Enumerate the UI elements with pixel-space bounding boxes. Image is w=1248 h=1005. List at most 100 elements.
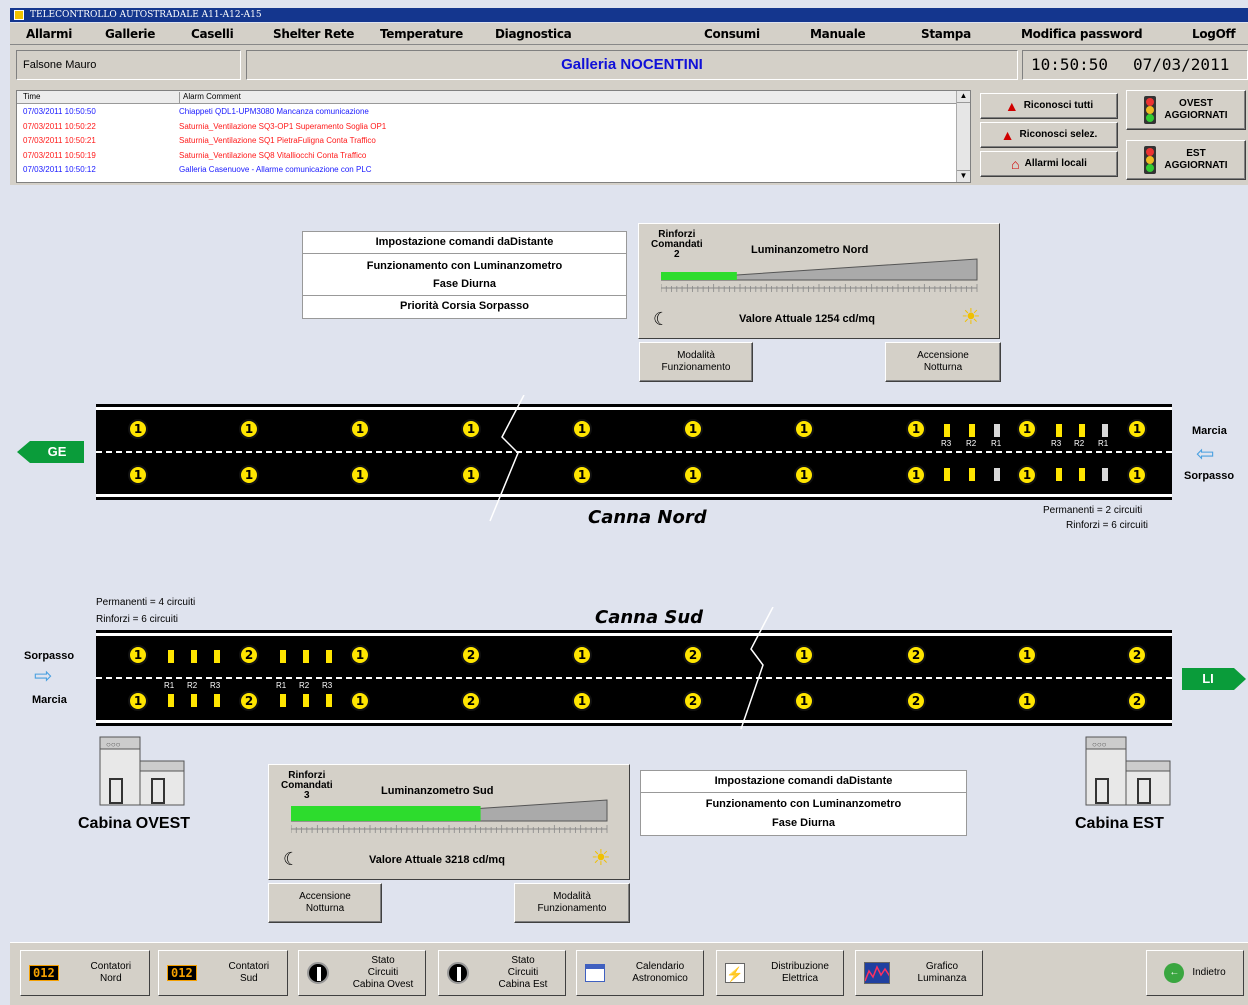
light-circuit[interactable]: 1 (350, 465, 370, 485)
reinforcement-light[interactable] (303, 694, 309, 707)
footer-button-circuit[interactable]: Stato Circuiti Cabina Ovest (298, 950, 426, 996)
light-circuit[interactable]: 1 (350, 691, 370, 711)
footer-button-counter[interactable]: 012 Contatori Sud (158, 950, 288, 996)
light-circuit[interactable]: 1 (683, 465, 703, 485)
back-button[interactable]: ← Indietro (1146, 950, 1244, 996)
col-comment[interactable]: Alarm Comment (179, 92, 241, 104)
footer-button-circuit[interactable]: Stato Circuiti Cabina Est (438, 950, 566, 996)
reinforcement-light[interactable] (1056, 424, 1062, 437)
reinforcement-light[interactable] (303, 650, 309, 663)
reinforcement-light[interactable] (280, 650, 286, 663)
menu-gallerie[interactable]: Gallerie (105, 27, 155, 41)
reinforcement-light[interactable] (944, 424, 950, 437)
alarm-scrollbar[interactable]: ▲ ▼ (956, 91, 970, 182)
light-circuit[interactable]: 1 (1017, 419, 1037, 439)
light-circuit[interactable]: 1 (572, 691, 592, 711)
reinforcement-light[interactable] (1079, 468, 1085, 481)
reinforcement-light[interactable] (1056, 468, 1062, 481)
light-circuit[interactable]: 1 (1017, 645, 1037, 665)
light-circuit[interactable]: 1 (1017, 691, 1037, 711)
light-circuit[interactable]: 1 (683, 419, 703, 439)
alarm-row[interactable]: 07/03/2011 10:50:12 Galleria Casenuove - … (17, 163, 947, 177)
light-circuit[interactable]: 1 (794, 645, 814, 665)
light-circuit[interactable]: 1 (1017, 465, 1037, 485)
light-circuit[interactable]: 2 (1127, 691, 1147, 711)
reinforcement-light[interactable] (280, 694, 286, 707)
light-circuit[interactable]: 1 (1127, 419, 1147, 439)
alarm-list[interactable]: Time Alarm Comment 07/03/2011 10:50:50 Ch… (16, 90, 971, 183)
reinforcement-light[interactable] (994, 468, 1000, 481)
reinforcement-light[interactable] (969, 468, 975, 481)
light-circuit[interactable]: 2 (461, 645, 481, 665)
light-circuit[interactable]: 2 (239, 645, 259, 665)
light-circuit[interactable]: 2 (1127, 645, 1147, 665)
footer-button-counter[interactable]: 012 Contatori Nord (20, 950, 150, 996)
alarm-row[interactable]: 07/03/2011 10:50:22 Saturnia_Ventilazione… (17, 120, 947, 134)
menu-manuale[interactable]: Manuale (810, 27, 866, 41)
reinforcement-light[interactable] (1079, 424, 1085, 437)
light-circuit[interactable]: 1 (1127, 465, 1147, 485)
reinforcement-light[interactable] (326, 650, 332, 663)
light-circuit[interactable]: 1 (572, 419, 592, 439)
reinforcement-light[interactable] (168, 650, 174, 663)
light-circuit[interactable]: 1 (128, 465, 148, 485)
menu-consumi[interactable]: Consumi (704, 27, 760, 41)
ack-selected-button[interactable]: ▲ Riconosci selez. (980, 122, 1118, 148)
reinforcement-light[interactable] (969, 424, 975, 437)
menu-shelter-rete[interactable]: Shelter Rete (273, 27, 354, 41)
light-circuit[interactable]: 2 (683, 645, 703, 665)
light-circuit[interactable]: 2 (906, 691, 926, 711)
menu-allarmi[interactable]: Allarmi (26, 27, 72, 41)
light-circuit[interactable]: 2 (683, 691, 703, 711)
menu-logoff[interactable]: LogOff (1192, 27, 1236, 41)
menu-diagnostica[interactable]: Diagnostica (495, 27, 572, 41)
reinforcement-light[interactable] (168, 694, 174, 707)
menu-temperature[interactable]: Temperature (380, 27, 463, 41)
light-circuit[interactable]: 1 (350, 419, 370, 439)
reinforcement-light[interactable] (214, 694, 220, 707)
sud-night-button[interactable]: Accensione Notturna (268, 883, 382, 923)
reinforcement-light[interactable] (994, 424, 1000, 437)
light-circuit[interactable]: 1 (239, 419, 259, 439)
light-circuit[interactable]: 1 (906, 465, 926, 485)
reinforcement-light[interactable] (944, 468, 950, 481)
menu-modifica-password[interactable]: Modifica password (1021, 27, 1143, 41)
ack-all-button[interactable]: ▲ Riconosci tutti (980, 93, 1118, 119)
local-alarms-button[interactable]: ⌂ Allarmi locali (980, 151, 1118, 177)
light-circuit[interactable]: 1 (906, 419, 926, 439)
footer-button-graph[interactable]: Grafico Luminanza (855, 950, 983, 996)
nord-night-button[interactable]: Accensione Notturna (885, 342, 1001, 382)
alarm-row[interactable]: 07/03/2011 10:50:19 Saturnia_Ventilazione… (17, 149, 947, 163)
alarm-row[interactable]: 07/03/2011 10:50:21 Saturnia_Ventilazione… (17, 134, 947, 148)
light-circuit[interactable]: 1 (128, 691, 148, 711)
reinforcement-light[interactable] (191, 650, 197, 663)
col-time[interactable]: Time (23, 92, 40, 101)
light-circuit[interactable]: 2 (906, 645, 926, 665)
sud-mode-button[interactable]: Modalità Funzionamento (514, 883, 630, 923)
light-circuit[interactable]: 1 (239, 465, 259, 485)
menu-caselli[interactable]: Caselli (191, 27, 234, 41)
light-circuit[interactable]: 1 (794, 419, 814, 439)
light-circuit[interactable]: 1 (572, 645, 592, 665)
light-circuit[interactable]: 1 (572, 465, 592, 485)
reinforcement-light[interactable] (191, 694, 197, 707)
nord-mode-button[interactable]: Modalità Funzionamento (639, 342, 753, 382)
light-circuit[interactable]: 2 (239, 691, 259, 711)
light-circuit[interactable]: 1 (128, 419, 148, 439)
reinforcement-light[interactable] (326, 694, 332, 707)
reinforcement-light[interactable] (1102, 468, 1108, 481)
light-circuit[interactable]: 1 (128, 645, 148, 665)
light-circuit[interactable]: 2 (461, 691, 481, 711)
menu-stampa[interactable]: Stampa (921, 27, 971, 41)
reinforcement-light[interactable] (214, 650, 220, 663)
light-circuit[interactable]: 1 (350, 645, 370, 665)
light-circuit[interactable]: 1 (794, 465, 814, 485)
light-circuit[interactable]: 1 (461, 465, 481, 485)
nord-lum-value: Valore Attuale 1254 cd/mq (739, 313, 875, 325)
footer-button-calendar[interactable]: Calendario Astronomico (576, 950, 704, 996)
footer-button-electric[interactable]: ⚡ Distribuzione Elettrica (716, 950, 844, 996)
reinforcement-light[interactable] (1102, 424, 1108, 437)
light-circuit[interactable]: 1 (461, 419, 481, 439)
light-circuit[interactable]: 1 (794, 691, 814, 711)
alarm-row[interactable]: 07/03/2011 10:50:50 Chiappeti QDL1-UPM308… (17, 105, 947, 119)
